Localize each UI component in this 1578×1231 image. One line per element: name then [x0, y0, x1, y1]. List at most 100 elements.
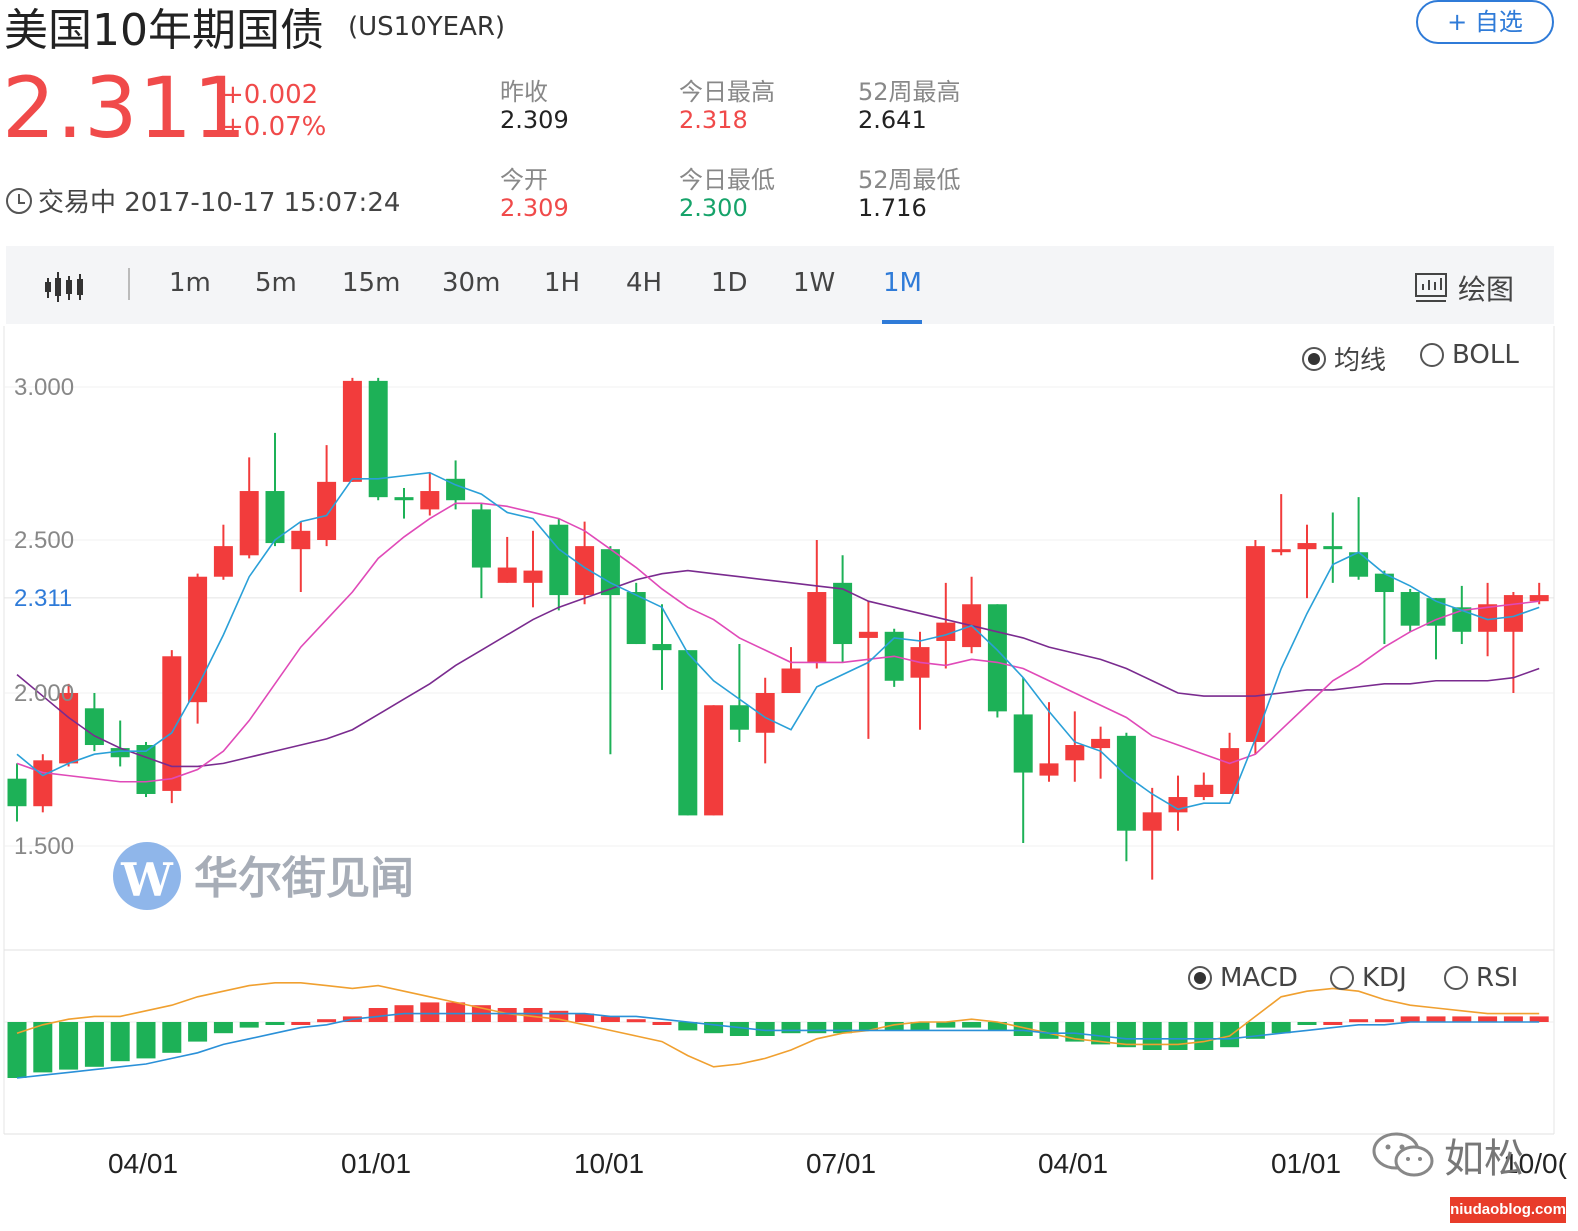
x-tick-label: 01/01 — [341, 1148, 411, 1179]
watermark-text: 华尔街见闻 — [194, 853, 414, 904]
candle-body — [1194, 784, 1214, 798]
candle-body — [317, 481, 337, 540]
watermark: W 华尔街见闻 — [113, 842, 414, 910]
macd-bar — [446, 1002, 466, 1022]
site-badge: niudaoblog.com — [1450, 1197, 1566, 1223]
candle-body — [1116, 735, 1136, 831]
watermark-logo-letter: W — [120, 853, 174, 907]
macd-bar — [626, 1019, 646, 1023]
candle-body — [729, 705, 749, 730]
candle-body — [858, 631, 878, 638]
candle-body — [549, 524, 569, 596]
macd-bar — [110, 1022, 130, 1062]
candle-body — [33, 760, 53, 807]
macd-bar — [962, 1022, 982, 1028]
price-grid — [4, 386, 1554, 847]
macd-bar — [936, 1022, 956, 1028]
price-chart[interactable]: W 华尔街见闻 3.000 2.500 2.000 1.500 2.311 04/01 0… — [0, 0, 1578, 1231]
boll-label: BOLL — [1452, 340, 1519, 370]
macd-bar — [652, 1022, 672, 1025]
macd-bar — [1452, 1016, 1472, 1022]
candle-body — [7, 778, 27, 807]
macd-bar — [213, 1022, 233, 1034]
macd-bar — [162, 1022, 182, 1053]
macd-bar — [1039, 1022, 1059, 1039]
macd-bar — [1194, 1022, 1214, 1050]
candle-body — [807, 592, 827, 663]
radio-icon — [1444, 966, 1468, 990]
macd-bar — [84, 1022, 104, 1067]
y-tick-label: 3.000 — [14, 374, 74, 401]
candle-body — [626, 592, 646, 645]
wechat-name: 如松 — [1444, 1136, 1524, 1182]
candle-body — [291, 530, 311, 550]
candle-body — [1271, 549, 1291, 553]
candle-body — [497, 567, 517, 583]
candle-body — [1529, 595, 1549, 602]
candle-body — [1091, 738, 1111, 749]
macd-option[interactable]: MACD — [1188, 963, 1298, 993]
macd-bar — [833, 1022, 853, 1034]
candle-body — [1426, 598, 1446, 626]
macd-bar — [1323, 1022, 1343, 1025]
macd-bar — [1168, 1022, 1188, 1050]
current-price-label: 2.311 — [14, 585, 72, 612]
candle-body — [188, 576, 208, 703]
macd-bar — [265, 1022, 285, 1025]
candle-body — [342, 380, 362, 482]
macd-bar — [188, 1022, 208, 1042]
x-tick-label: 04/01 — [1038, 1148, 1108, 1179]
macd-bar — [136, 1022, 156, 1059]
candle-body — [394, 497, 414, 501]
macd-bar — [1374, 1019, 1394, 1023]
candle-body — [162, 656, 182, 791]
rsi-option[interactable]: RSI — [1444, 963, 1518, 993]
y-tick-label: 2.500 — [14, 527, 74, 554]
macd-bar — [600, 1016, 620, 1022]
macd-label: MACD — [1220, 963, 1298, 993]
macd-bar — [1349, 1019, 1369, 1023]
y-tick-label: 2.000 — [14, 680, 74, 707]
candle-body — [1142, 812, 1162, 831]
wechat-credit: 如松 — [1370, 1126, 1524, 1184]
candle-body — [704, 705, 724, 816]
x-tick-label: 04/01 — [108, 1148, 178, 1179]
macd-bar — [1142, 1022, 1162, 1050]
ma-label: 均线 — [1334, 346, 1387, 376]
macd-panel — [4, 981, 1554, 1079]
macd-bar — [1426, 1016, 1446, 1022]
candle-body — [1039, 763, 1059, 776]
candle-body — [1297, 543, 1317, 550]
candle-body — [213, 546, 233, 577]
macd-bar — [59, 1022, 79, 1070]
candle-body — [652, 644, 672, 651]
rsi-label: RSI — [1476, 963, 1519, 993]
kdj-option[interactable]: KDJ — [1330, 963, 1407, 993]
radio-icon — [1330, 966, 1354, 990]
wechat-icon — [1372, 1132, 1434, 1177]
candle-body — [523, 570, 543, 583]
candle-body — [1323, 546, 1343, 550]
candle-body — [781, 668, 801, 693]
radio-icon — [1420, 343, 1444, 367]
y-tick-label: 1.500 — [14, 833, 74, 860]
candle-body — [1400, 592, 1420, 626]
macd-bar — [1297, 1022, 1317, 1025]
x-tick-label: 07/01 — [806, 1148, 876, 1179]
macd-bar — [1400, 1016, 1420, 1022]
kdj-label: KDJ — [1362, 963, 1407, 993]
macd-bar — [239, 1022, 259, 1028]
candle-body — [1245, 546, 1265, 742]
candle-body — [471, 509, 491, 568]
macd-bar — [1478, 1016, 1498, 1022]
macd-bar — [807, 1022, 827, 1034]
radio-selected-icon — [1302, 346, 1326, 371]
candle-body — [678, 650, 698, 816]
macd-bar — [1503, 1016, 1523, 1022]
ma-option[interactable]: 均线 — [1302, 340, 1386, 377]
macd-bar — [420, 1002, 440, 1022]
boll-option[interactable]: BOLL — [1420, 340, 1519, 370]
radio-selected-icon — [1188, 966, 1212, 990]
candle-body — [1013, 714, 1033, 773]
candle-body — [1065, 745, 1085, 761]
